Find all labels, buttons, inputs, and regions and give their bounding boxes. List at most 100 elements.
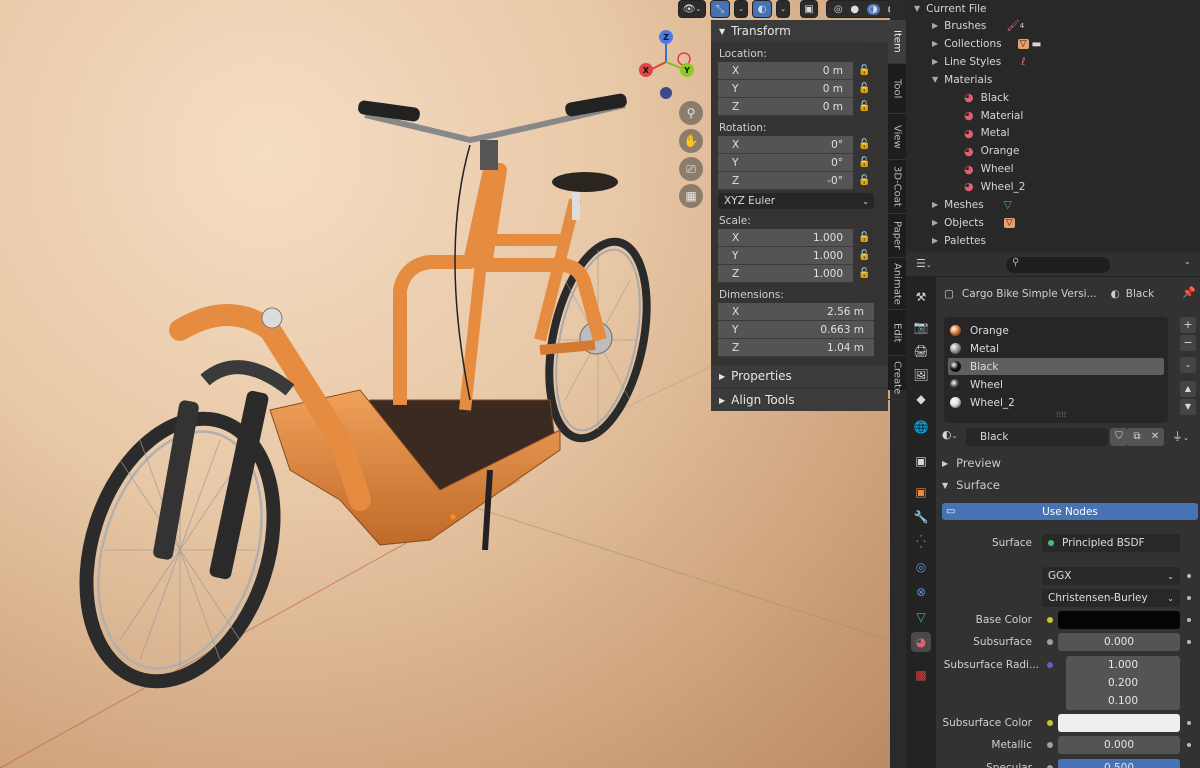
gizmo-toggle[interactable]: ⤡ bbox=[710, 0, 730, 18]
material-slot-item[interactable]: Wheel_2 bbox=[948, 394, 1164, 411]
scale-z-field[interactable]: Z 1.000 🔓 bbox=[718, 265, 870, 283]
material-browse-button[interactable]: ◐⌄ bbox=[942, 428, 966, 446]
tab-tool[interactable]: Tool bbox=[888, 64, 906, 114]
particles-tab[interactable]: ⁛ bbox=[911, 532, 931, 552]
subsurface-radius-field[interactable]: 1.000 bbox=[1066, 656, 1180, 674]
decorate-dot-icon[interactable] bbox=[1187, 596, 1191, 600]
texture-tab[interactable]: ▩ bbox=[911, 665, 931, 685]
tab-view[interactable]: View bbox=[888, 114, 906, 160]
editor-type-dropdown[interactable]: ☰⌄ bbox=[916, 257, 946, 273]
list-resize-handle[interactable]: ⁞⁞⁞⁞ bbox=[1056, 410, 1066, 419]
material-preview-icon[interactable]: ◑ bbox=[866, 3, 880, 15]
lock-icon[interactable]: 🔓 bbox=[858, 83, 870, 94]
outliner-palettes[interactable]: ▶ Palettes bbox=[932, 232, 986, 250]
material-name-field[interactable]: Black bbox=[966, 428, 1108, 446]
gizmo-x-axis[interactable]: X bbox=[639, 63, 653, 77]
material-slot-item[interactable]: Metal bbox=[948, 340, 1164, 357]
material-slot-item[interactable]: Black bbox=[948, 358, 1164, 375]
lock-icon[interactable]: 🔓 bbox=[858, 101, 870, 112]
rotation-mode-select[interactable]: XYZ Euler ⌄ bbox=[718, 193, 874, 209]
decorate-dot-icon[interactable] bbox=[1187, 721, 1191, 725]
rotation-x-field[interactable]: X 0° 🔓 bbox=[718, 136, 870, 154]
overlay-toggle[interactable]: ◐ bbox=[752, 0, 772, 18]
camera-view-button[interactable]: ⎚ bbox=[679, 157, 703, 181]
material-tab[interactable]: ◕ bbox=[911, 632, 931, 652]
world-tab[interactable]: 🌐 bbox=[911, 417, 931, 437]
slot-specials-button[interactable]: ⌄ bbox=[1180, 357, 1196, 373]
tool-tab[interactable]: ⚒ bbox=[911, 287, 931, 307]
unlink-material-button[interactable]: ✕ bbox=[1146, 428, 1164, 446]
outliner-material-item[interactable]: ◕ Wheel bbox=[964, 160, 1013, 178]
decorate-dot-icon[interactable] bbox=[1187, 640, 1191, 644]
outliner-collections[interactable]: ▶ Collections ▽ ▬ bbox=[932, 35, 1041, 53]
subsurface-radius-field[interactable]: 0.100 bbox=[1066, 692, 1180, 710]
zoom-button[interactable]: ⚲ bbox=[679, 101, 703, 125]
fake-user-button[interactable]: ⛉ bbox=[1110, 428, 1128, 446]
overlay-dropdown[interactable]: ⌄ bbox=[776, 0, 790, 18]
metallic-field[interactable]: 0.000 bbox=[1058, 736, 1180, 754]
location-y-field[interactable]: Y 0 m 🔓 bbox=[718, 80, 870, 98]
object-tab[interactable]: ▣ bbox=[911, 482, 931, 502]
transform-header[interactable]: ▼ Transform bbox=[711, 20, 888, 42]
align-tools-section[interactable]: ▶ Align Tools bbox=[711, 389, 888, 411]
chevron-down-icon[interactable]: ⌄ bbox=[1184, 257, 1191, 266]
material-slot-item[interactable]: Orange bbox=[948, 322, 1164, 339]
gizmo-dropdown[interactable]: ⌄ bbox=[734, 0, 748, 18]
outliner-meshes[interactable]: ▶ Meshes ▽ bbox=[932, 196, 1012, 214]
3d-viewport[interactable]: 👁⌄ ⤡ ⌄ ◐ ⌄ ▣ ◎ ● ◑ ◍ ⌄ Z X Y ⚲ ✋ ⎚ ▦ ▼ Tr… bbox=[0, 0, 890, 768]
modifier-tab[interactable]: 🔧 bbox=[911, 507, 931, 527]
surface-panel-header[interactable]: ▼ Surface bbox=[942, 476, 1000, 494]
add-slot-button[interactable]: + bbox=[1180, 317, 1196, 333]
duplicate-material-button[interactable]: ⧉ bbox=[1128, 428, 1146, 446]
physics-tab[interactable]: ◎ bbox=[911, 557, 931, 577]
ortho-toggle-button[interactable]: ▦ bbox=[679, 184, 703, 208]
move-slot-up-button[interactable]: ▲ bbox=[1180, 381, 1196, 397]
scene-tab[interactable]: ◆ bbox=[911, 389, 931, 409]
wireframe-icon[interactable]: ◎ bbox=[834, 4, 843, 15]
gizmo-y-axis[interactable]: Y bbox=[680, 63, 694, 77]
lock-icon[interactable]: 🔓 bbox=[858, 65, 870, 76]
navigation-gizmo[interactable]: Z X Y bbox=[636, 30, 696, 100]
preview-panel-header[interactable]: ▶ Preview bbox=[942, 454, 1001, 472]
rotation-z-field[interactable]: Z -0° 🔓 bbox=[718, 172, 870, 190]
properties-section[interactable]: ▶ Properties bbox=[711, 365, 888, 387]
outliner-material-item[interactable]: ◕ Wheel_2 bbox=[964, 178, 1025, 196]
subsurface-field[interactable]: 0.000 bbox=[1058, 633, 1180, 651]
pin-icon[interactable]: 📌 bbox=[1182, 286, 1196, 299]
gizmo-z-axis[interactable]: Z bbox=[659, 30, 673, 44]
outliner-objects[interactable]: ▶ Objects ▽ bbox=[932, 214, 1015, 232]
lock-icon[interactable]: 🔓 bbox=[858, 139, 870, 150]
lock-icon[interactable]: 🔓 bbox=[858, 232, 870, 243]
distribution-select[interactable]: GGX ⌄ bbox=[1042, 567, 1180, 585]
outliner-materials[interactable]: ▼ Materials bbox=[932, 71, 992, 89]
tab-animate[interactable]: Animate bbox=[888, 258, 906, 310]
tab-edit[interactable]: Edit bbox=[888, 310, 906, 356]
tab-create[interactable]: Create bbox=[888, 356, 906, 400]
outliner-material-item[interactable]: ◕ Material bbox=[964, 107, 1023, 125]
dimensions-z-field[interactable]: Z 1.04 m bbox=[718, 339, 874, 357]
tab-3d-coat[interactable]: 3D-Coat bbox=[888, 160, 906, 214]
render-tab[interactable]: 📷 bbox=[911, 317, 931, 337]
location-z-field[interactable]: Z 0 m 🔓 bbox=[718, 98, 870, 116]
decorate-dot-icon[interactable] bbox=[1187, 574, 1191, 578]
dimensions-x-field[interactable]: X 2.56 m bbox=[718, 303, 874, 321]
use-nodes-button[interactable]: ▭ Use Nodes bbox=[942, 503, 1198, 520]
outliner-brushes[interactable]: ▶ Brushes 🖌 4 bbox=[932, 17, 1024, 35]
outliner-material-item[interactable]: ◕ Metal bbox=[964, 125, 1010, 143]
outliner-current-file[interactable]: ▼ Current File bbox=[914, 0, 987, 18]
outliner-line-styles[interactable]: ▶ Line Styles ℓ bbox=[932, 53, 1026, 71]
link-type-dropdown[interactable]: ⏚⌄ bbox=[1172, 428, 1189, 444]
rendered-icon[interactable]: ◍ bbox=[887, 4, 890, 15]
specular-field[interactable]: 0.500 bbox=[1058, 759, 1180, 768]
subsurface-radius-field[interactable]: 0.200 bbox=[1066, 674, 1180, 692]
lock-icon[interactable]: 🔓 bbox=[858, 250, 870, 261]
scale-y-field[interactable]: Y 1.000 🔓 bbox=[718, 247, 870, 265]
output-tab[interactable]: 🖨 bbox=[911, 341, 931, 361]
tab-paper[interactable]: Paper bbox=[888, 214, 906, 258]
data-tab[interactable]: ▽ bbox=[911, 607, 931, 627]
location-x-field[interactable]: X 0 m 🔓 bbox=[718, 62, 870, 80]
tab-item[interactable]: Item bbox=[888, 20, 906, 64]
lock-icon[interactable]: 🔓 bbox=[858, 175, 870, 186]
decorate-dot-icon[interactable] bbox=[1187, 618, 1191, 622]
rotation-y-field[interactable]: Y 0° 🔓 bbox=[718, 154, 870, 172]
